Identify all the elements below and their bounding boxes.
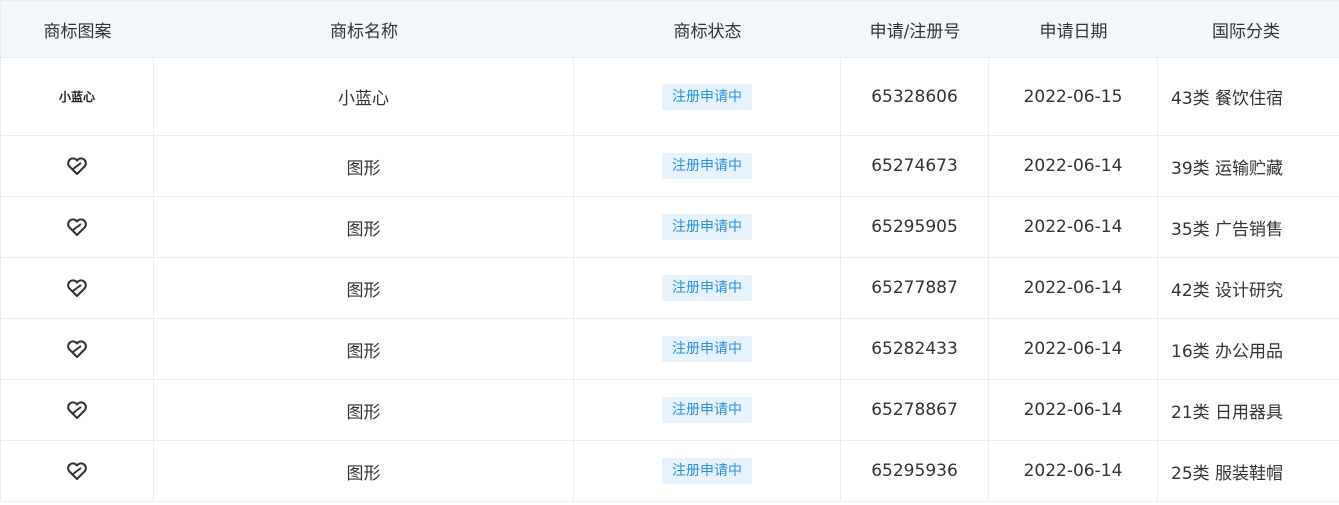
trademark-name[interactable]: 图形: [154, 258, 574, 318]
trademark-text-logo: 小蓝心: [58, 90, 95, 104]
international-class: 35类 广告销售: [1171, 219, 1284, 240]
trademark-pattern[interactable]: [1, 258, 154, 318]
trademark-name[interactable]: 小蓝心: [154, 58, 574, 135]
table-row[interactable]: 图形 注册申请中 65274673 2022-06-14 39类 运输贮藏: [1, 136, 1339, 197]
trademark-status: 注册申请中: [574, 136, 841, 196]
application-number: 65278867: [841, 380, 989, 440]
status-badge: 注册申请中: [662, 458, 752, 484]
header-name[interactable]: 商标名称: [154, 1, 574, 57]
trademark-pattern[interactable]: [1, 136, 154, 196]
international-class: 21类 日用器具: [1171, 402, 1284, 423]
trademark-status: 注册申请中: [574, 319, 841, 379]
table-row[interactable]: 图形 注册申请中 65295905 2022-06-14 35类 广告销售: [1, 197, 1339, 258]
application-date: 2022-06-14: [989, 197, 1158, 257]
application-number: 65328606: [841, 58, 989, 135]
application-number: 65277887: [841, 258, 989, 318]
trademark-pattern[interactable]: [1, 319, 154, 379]
table-row[interactable]: 图形 注册申请中 65278867 2022-06-14 21类 日用器具: [1, 380, 1339, 441]
trademark-status: 注册申请中: [574, 197, 841, 257]
header-status[interactable]: 商标状态: [574, 1, 841, 57]
trademark-name[interactable]: 图形: [154, 441, 574, 501]
status-badge: 注册申请中: [662, 83, 752, 110]
status-badge: 注册申请中: [662, 397, 752, 423]
heart-mark-icon: [66, 339, 88, 359]
application-date: 2022-06-14: [989, 319, 1158, 379]
heart-mark-icon: [66, 156, 88, 176]
heart-mark-icon: [66, 461, 88, 481]
application-date: 2022-06-14: [989, 441, 1158, 501]
status-badge: 注册申请中: [662, 153, 752, 179]
trademark-name[interactable]: 图形: [154, 319, 574, 379]
trademark-status: 注册申请中: [574, 258, 841, 318]
trademark-status: 注册申请中: [574, 441, 841, 501]
trademark-pattern[interactable]: 小蓝心: [1, 58, 154, 135]
application-date: 2022-06-15: [989, 58, 1158, 135]
international-class: 16类 办公用品: [1171, 341, 1284, 362]
international-class: 25类 服装鞋帽: [1171, 463, 1284, 484]
header-class[interactable]: 国际分类: [1158, 1, 1339, 57]
header-date[interactable]: 申请日期: [989, 1, 1158, 57]
application-date: 2022-06-14: [989, 136, 1158, 196]
trademark-status: 注册申请中: [574, 380, 841, 440]
heart-mark-icon: [66, 217, 88, 237]
trademark-name[interactable]: 图形: [154, 136, 574, 196]
international-class: 42类 设计研究: [1171, 280, 1284, 301]
application-number: 65295936: [841, 441, 989, 501]
trademark-name[interactable]: 图形: [154, 197, 574, 257]
international-class: 39类 运输贮藏: [1171, 158, 1284, 179]
trademark-status: 注册申请中: [574, 58, 841, 135]
application-number: 65295905: [841, 197, 989, 257]
trademark-name[interactable]: 图形: [154, 380, 574, 440]
application-number: 65282433: [841, 319, 989, 379]
international-class: 43类 餐饮住宿: [1171, 89, 1284, 109]
heart-mark-icon: [66, 400, 88, 420]
trademark-pattern[interactable]: [1, 380, 154, 440]
application-date: 2022-06-14: [989, 380, 1158, 440]
table-row[interactable]: 图形 注册申请中 65282433 2022-06-14 16类 办公用品: [1, 319, 1339, 380]
application-number: 65274673: [841, 136, 989, 196]
heart-mark-icon: [66, 278, 88, 298]
status-badge: 注册申请中: [662, 275, 752, 301]
application-date: 2022-06-14: [989, 258, 1158, 318]
table-row[interactable]: 图形 注册申请中 65277887 2022-06-14 42类 设计研究: [1, 258, 1339, 319]
header-pattern[interactable]: 商标图案: [1, 1, 154, 57]
table-row[interactable]: 图形 注册申请中 65295936 2022-06-14 25类 服装鞋帽: [1, 441, 1339, 502]
trademark-pattern[interactable]: [1, 197, 154, 257]
trademark-pattern[interactable]: [1, 441, 154, 501]
status-badge: 注册申请中: [662, 214, 752, 240]
status-badge: 注册申请中: [662, 336, 752, 362]
header-number[interactable]: 申请/注册号: [841, 1, 989, 57]
trademark-table: 商标图案 商标名称 商标状态 申请/注册号 申请日期 国际分类 小蓝心 小蓝心 …: [0, 0, 1339, 502]
table-header: 商标图案 商标名称 商标状态 申请/注册号 申请日期 国际分类: [1, 0, 1339, 58]
table-row[interactable]: 小蓝心 小蓝心 注册申请中 65328606 2022-06-15 43类 餐饮…: [1, 58, 1339, 136]
